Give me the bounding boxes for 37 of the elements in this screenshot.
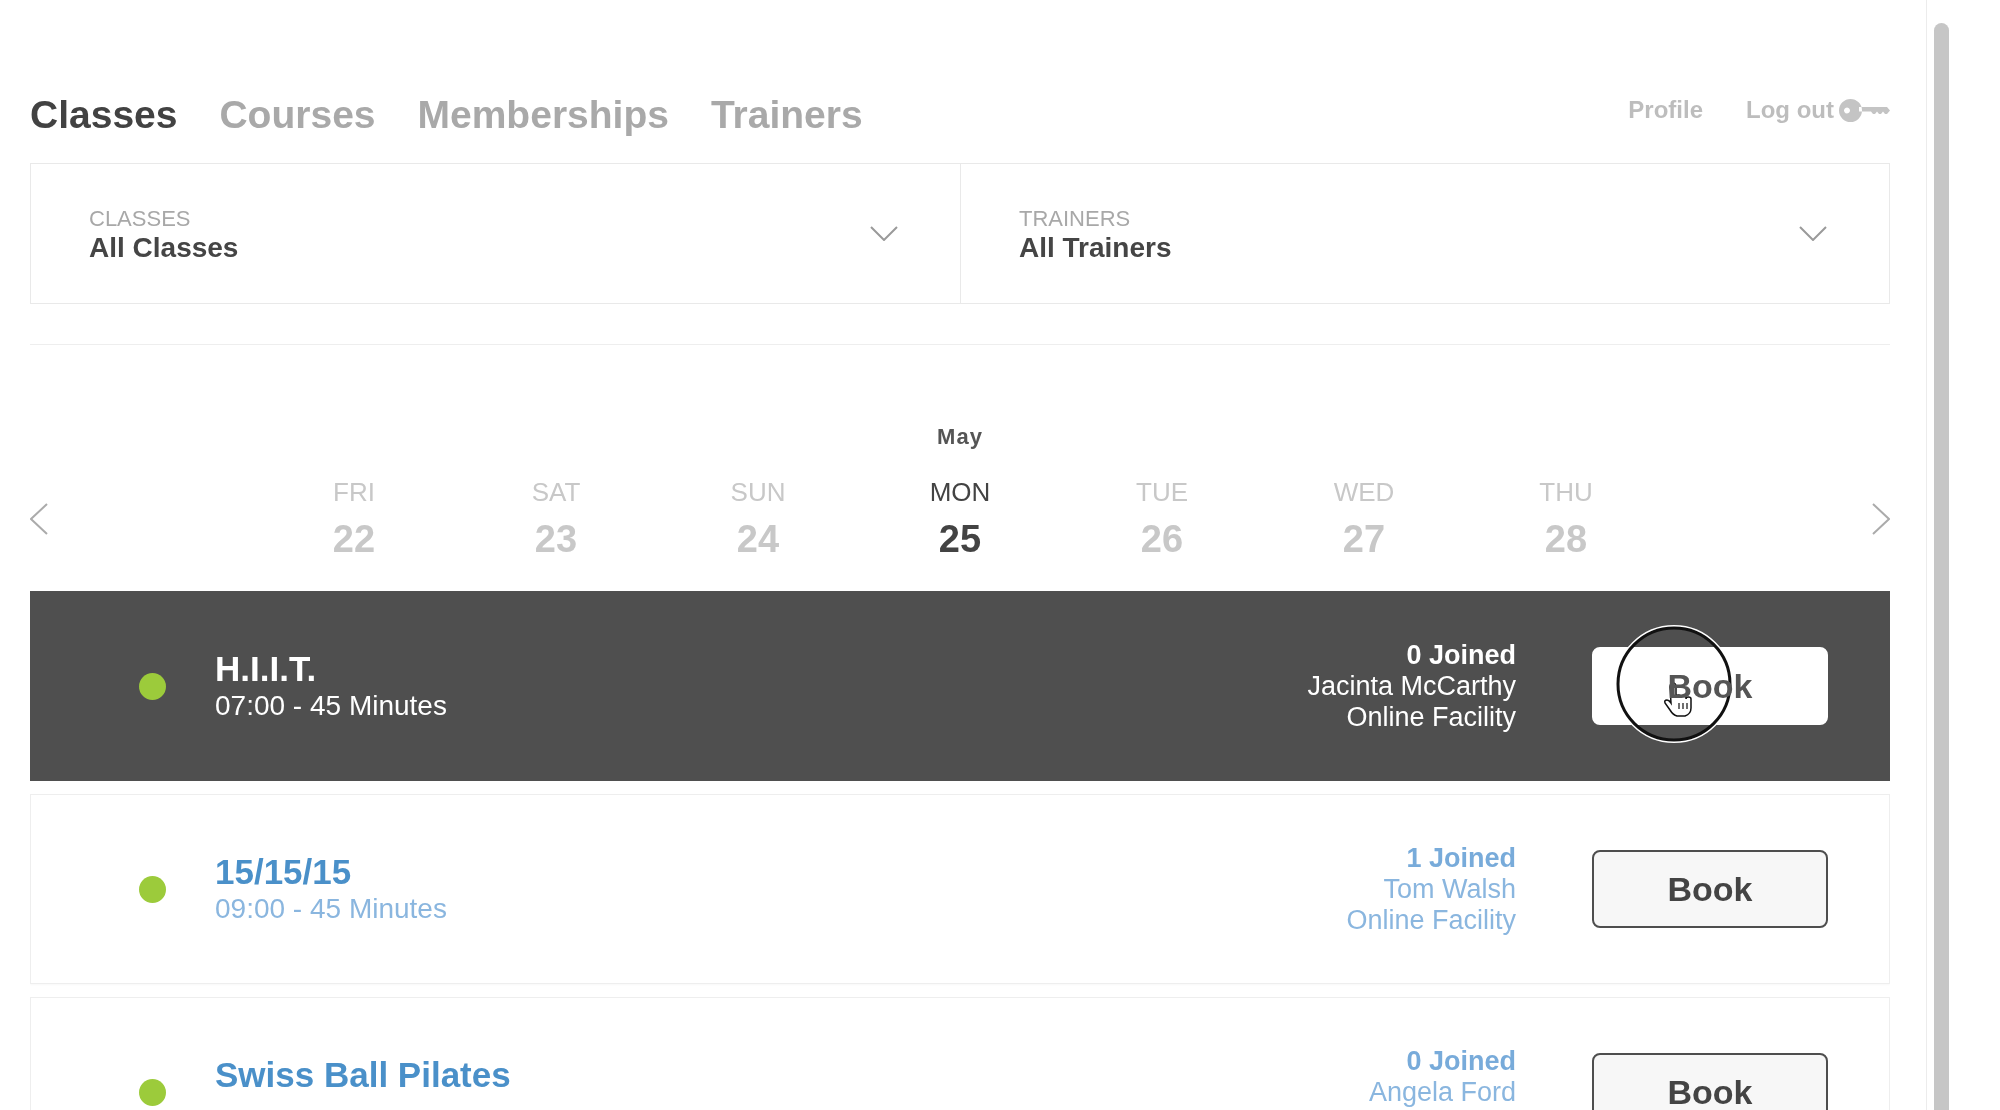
book-button[interactable]: Book bbox=[1592, 1053, 1828, 1110]
class-row[interactable]: Swiss Ball Pilates 0 Joined Angela Ford Book bbox=[30, 997, 1890, 1110]
filter-label: TRAINERS bbox=[1019, 206, 1131, 232]
class-title: H.I.I.T. bbox=[215, 649, 317, 689]
joined-count: 0 Joined bbox=[1406, 639, 1516, 671]
chevron-right-icon[interactable] bbox=[1872, 503, 1890, 535]
scrollbar-thumb[interactable] bbox=[1934, 23, 1949, 1110]
facility-name: Online Facility bbox=[1346, 904, 1516, 936]
class-title: Swiss Ball Pilates bbox=[215, 1055, 511, 1095]
chevron-down-icon bbox=[1799, 226, 1827, 241]
class-row[interactable]: 15/15/15 09:00 - 45 Minutes 1 Joined Tom Walsh Online Facility Book bbox=[30, 794, 1890, 984]
chevron-down-icon bbox=[870, 226, 898, 241]
filter-label: CLASSES bbox=[89, 206, 191, 232]
joined-count: 1 Joined bbox=[1406, 842, 1516, 874]
joined-count: 0 Joined bbox=[1406, 1045, 1516, 1077]
nav-tab[interactable]: Classes bbox=[30, 91, 178, 139]
nav-tab[interactable]: Courses bbox=[219, 91, 376, 139]
facility-name: Online Facility bbox=[1346, 701, 1516, 733]
nav-link[interactable]: Profile bbox=[1628, 96, 1704, 124]
filter-value: All Trainers bbox=[1019, 232, 1172, 264]
nav-tab[interactable]: Memberships bbox=[417, 91, 669, 139]
month-label: May bbox=[937, 424, 983, 450]
filter-value: All Classes bbox=[89, 232, 239, 264]
class-time: 09:00 - 45 Minutes bbox=[215, 892, 447, 926]
trainer-name: Jacinta McCarthy bbox=[1307, 670, 1516, 702]
day-item[interactable]: MON 25 bbox=[859, 477, 1061, 561]
key-icon bbox=[1839, 98, 1890, 122]
book-button[interactable]: Book bbox=[1592, 850, 1828, 928]
trainer-name: Tom Walsh bbox=[1383, 873, 1516, 905]
nav-tab[interactable]: Trainers bbox=[710, 91, 863, 139]
class-time: 07:00 - 45 Minutes bbox=[215, 689, 447, 723]
logout-link[interactable]: Log out bbox=[1746, 96, 1890, 124]
trainer-name: Angela Ford bbox=[1368, 1076, 1516, 1108]
filter-dropdown[interactable]: TRAINERS All Trainers bbox=[960, 164, 1889, 303]
filter-dropdown[interactable]: CLASSES All Classes bbox=[31, 164, 960, 303]
chevron-left-icon[interactable] bbox=[30, 503, 48, 535]
class-title: 15/15/15 bbox=[215, 852, 352, 892]
